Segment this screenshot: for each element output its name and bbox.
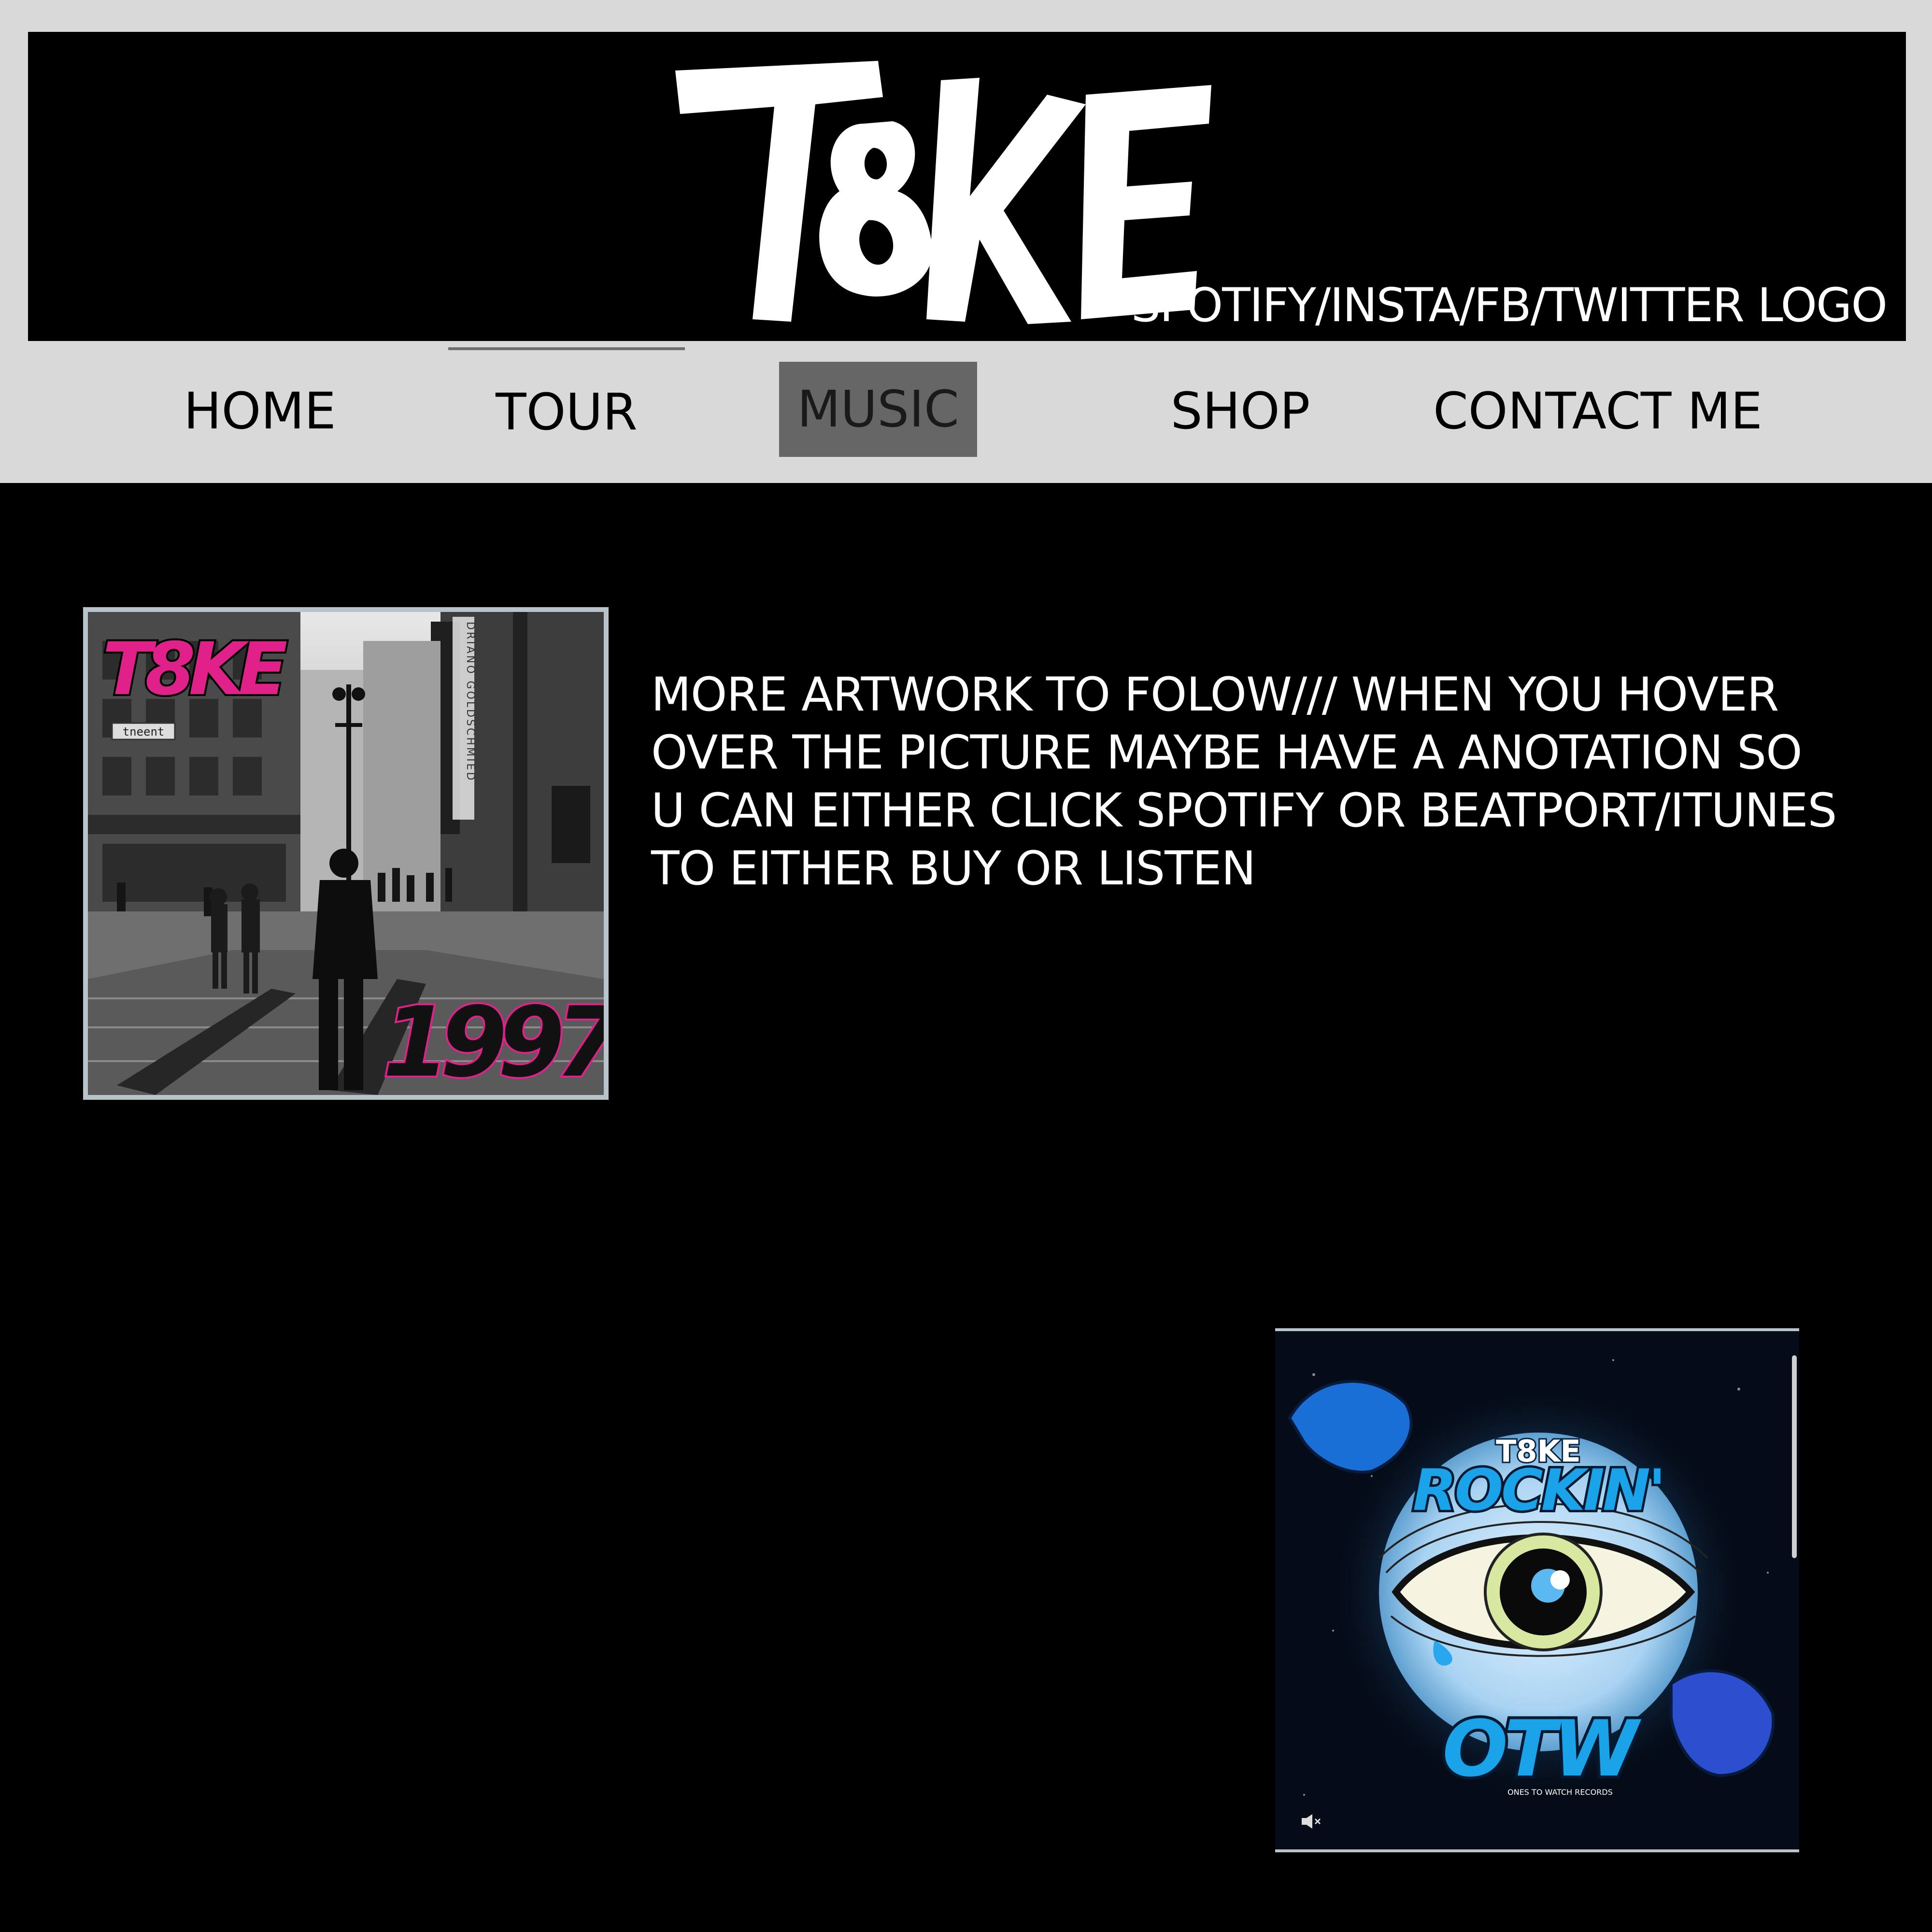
album-cover-1997[interactable]: tneent DRIANO GOLDSCHMIED T8KE 1997 [83, 607, 609, 1100]
cover-1997-title: 1997 [383, 986, 604, 1095]
video-scrollbar[interactable] [1792, 1355, 1797, 1558]
cover-1997-artist: T8KE [102, 627, 287, 711]
site-header: SPOTIFY/INSTA/FB/TWITTER LOGO [28, 32, 1906, 341]
otw-tagline: ONES TO WATCH RECORDS [1507, 1788, 1613, 1797]
album-cover-rockin[interactable]: T8KE ROCKIN' OTW ONES TO WATCH RECORDS [1275, 1328, 1799, 1852]
nav-tour-label: TOUR [496, 383, 638, 441]
nav-home[interactable]: HOME [149, 363, 371, 459]
banner-text: DRIANO GOLDSCHMIED [464, 622, 476, 782]
cover-1997-artwork: tneent DRIANO GOLDSCHMIED T8KE 1997 [88, 612, 604, 1095]
main-nav: HOME TOUR MUSIC SHOP CONTACT ME [28, 341, 1906, 483]
social-links-placeholder[interactable]: SPOTIFY/INSTA/FB/TWITTER LOGO [1131, 278, 1888, 332]
cover-rockin-artwork: T8KE ROCKIN' OTW ONES TO WATCH RECORDS [1275, 1331, 1799, 1849]
nav-contact[interactable]: CONTACT ME [1409, 363, 1786, 459]
nav-tour[interactable]: TOUR [448, 347, 685, 444]
otw-label-logo: OTW [1442, 1704, 1641, 1794]
nav-music-active[interactable]: MUSIC [779, 362, 977, 457]
nav-shop[interactable]: SHOP [1124, 363, 1356, 459]
cover-rockin-title: ROCKIN' [1413, 1457, 1664, 1523]
street-sign-text: tneent [123, 725, 165, 739]
artwork-note: MORE ARTWORK TO FOLOW/// WHEN YOU HOVER … [651, 668, 1837, 895]
